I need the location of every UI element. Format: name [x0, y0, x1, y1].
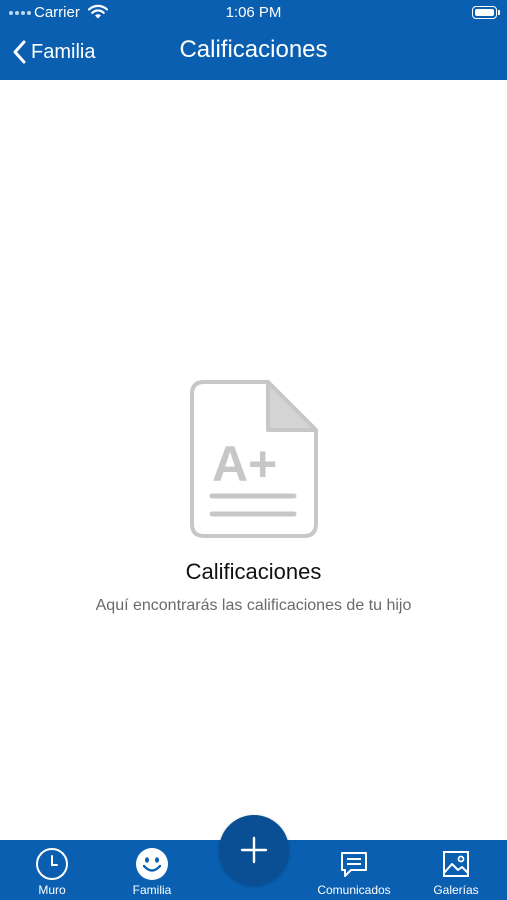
page-title: Calificaciones: [179, 36, 328, 63]
plus-icon: [240, 836, 268, 864]
tab-galerias[interactable]: Galerías: [424, 840, 488, 900]
image-icon: [443, 851, 469, 877]
status-bar: Carrier 1:06 PM: [0, 0, 507, 26]
battery-icon: [472, 6, 500, 19]
smiley-icon: [136, 848, 168, 880]
add-button[interactable]: [219, 815, 289, 885]
tab-label: Familia: [132, 883, 172, 897]
clock-icon: [36, 848, 68, 880]
tab-familia[interactable]: Familia: [120, 840, 184, 900]
grade-text: A+: [212, 436, 277, 492]
empty-state-title: Calificaciones: [185, 559, 322, 584]
tab-label: Galerías: [433, 883, 479, 897]
tab-label: Muro: [38, 883, 66, 897]
navigation-bar: Carrier 1:06 PM Familia Calificaciones: [0, 0, 507, 80]
status-time: 1:06 PM: [225, 4, 282, 21]
empty-state-subtitle: Aquí encontrarás las calificaciones de t…: [95, 597, 412, 614]
tab-muro[interactable]: Muro: [20, 840, 84, 900]
grade-document-icon: A+: [188, 378, 320, 547]
chat-bubble-icon: [341, 852, 367, 877]
tab-label: Comunicados: [317, 883, 391, 897]
tab-comunicados[interactable]: Comunicados: [304, 840, 404, 900]
